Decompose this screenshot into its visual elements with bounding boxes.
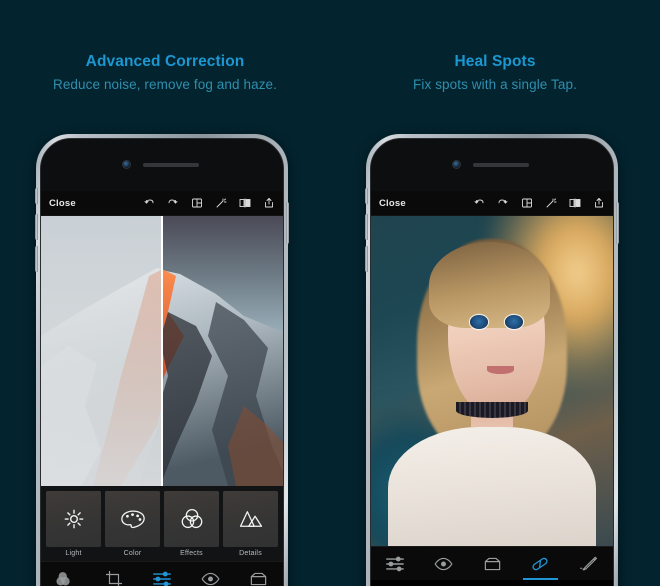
share-icon[interactable] bbox=[593, 197, 605, 209]
compare-icon[interactable] bbox=[569, 197, 581, 209]
silent-switch[interactable] bbox=[35, 188, 38, 204]
tool-card-color[interactable] bbox=[105, 491, 160, 547]
panel-title: Advanced Correction bbox=[85, 53, 245, 70]
app-toolbar: Close bbox=[41, 191, 283, 216]
earpiece-speaker bbox=[143, 163, 199, 167]
tool-card-label-color: Color bbox=[123, 550, 142, 557]
app-screen: Close bbox=[41, 191, 283, 586]
compare-icon[interactable] bbox=[239, 197, 251, 209]
panel-subtitle: Reduce noise, remove fog and haze. bbox=[52, 77, 278, 92]
close-button[interactable]: Close bbox=[49, 198, 76, 209]
nav-item-edit[interactable] bbox=[371, 547, 419, 580]
nav-item-crop[interactable] bbox=[89, 562, 137, 586]
magic-wand-icon[interactable] bbox=[545, 197, 557, 209]
redo-icon[interactable] bbox=[497, 197, 509, 209]
edit-tool-card-row bbox=[41, 486, 283, 547]
nav-item-brush[interactable] bbox=[565, 547, 613, 580]
volume-down-button[interactable] bbox=[35, 246, 38, 272]
toolbar-icon-group bbox=[473, 197, 605, 209]
photo-before-half bbox=[41, 216, 162, 486]
front-camera-icon bbox=[123, 161, 130, 168]
white-top bbox=[387, 427, 597, 546]
earpiece-speaker bbox=[473, 163, 529, 167]
edit-tool-card-labels: Light Color Effects Details bbox=[41, 547, 283, 561]
nav-item-heal[interactable] bbox=[468, 547, 516, 580]
magic-wand-icon[interactable] bbox=[215, 197, 227, 209]
phone-top-bezel bbox=[41, 139, 283, 191]
phone-top-bezel bbox=[371, 139, 613, 191]
nav-item-heal[interactable] bbox=[235, 562, 283, 586]
crop-grid-icon[interactable] bbox=[191, 197, 203, 209]
power-button[interactable] bbox=[286, 202, 289, 244]
app-screen: Close bbox=[371, 191, 613, 586]
nav-item-selective[interactable] bbox=[419, 547, 467, 580]
mouth bbox=[487, 366, 514, 375]
close-button[interactable]: Close bbox=[379, 198, 406, 209]
panel-heading-heal-spots: Heal Spots Fix spots with a single Tap. bbox=[330, 52, 660, 95]
power-button[interactable] bbox=[616, 202, 619, 244]
nav-item-edit[interactable] bbox=[138, 562, 186, 586]
tool-card-effects[interactable] bbox=[164, 491, 219, 547]
phone-bezel: Close bbox=[40, 138, 284, 586]
photo-canvas-portrait[interactable] bbox=[371, 216, 613, 546]
photo-canvas-mountain[interactable] bbox=[41, 216, 283, 486]
front-camera-icon bbox=[453, 161, 460, 168]
undo-icon[interactable] bbox=[473, 197, 485, 209]
volume-up-button[interactable] bbox=[35, 214, 38, 240]
tool-card-label-details: Details bbox=[239, 550, 262, 557]
promo-screenshot: Advanced Correction Reduce noise, remove… bbox=[0, 0, 660, 586]
mountain-photo bbox=[41, 216, 283, 486]
toolbar-icon-group bbox=[143, 197, 275, 209]
panel-subtitle: Fix spots with a single Tap. bbox=[413, 77, 577, 92]
nav-item-looks[interactable] bbox=[41, 562, 89, 586]
crop-grid-icon[interactable] bbox=[521, 197, 533, 209]
tool-card-light[interactable] bbox=[46, 491, 101, 547]
before-after-divider[interactable] bbox=[161, 216, 163, 486]
photo-after-half bbox=[162, 216, 283, 486]
tool-card-details[interactable] bbox=[223, 491, 278, 547]
bottom-nav-bar bbox=[41, 561, 283, 586]
phone-bezel: Close bbox=[370, 138, 614, 586]
phone-body: Close bbox=[35, 134, 289, 586]
silent-switch[interactable] bbox=[365, 188, 368, 204]
phone-mockup-heal-spots: Close bbox=[365, 134, 619, 586]
panel-title: Heal Spots bbox=[454, 53, 536, 70]
undo-icon[interactable] bbox=[143, 197, 155, 209]
phone-mockup-advanced-correction: Close Light Color Effects Details bbox=[35, 134, 289, 586]
panel-heading-advanced-correction: Advanced Correction Reduce noise, remove… bbox=[0, 52, 330, 95]
hair-front bbox=[429, 242, 551, 329]
tool-card-label-effects: Effects bbox=[180, 550, 203, 557]
nav-item-selective[interactable] bbox=[186, 562, 234, 586]
share-icon[interactable] bbox=[263, 197, 275, 209]
volume-down-button[interactable] bbox=[365, 246, 368, 272]
choker-necklace bbox=[455, 402, 529, 418]
nav-item-spot-heal[interactable] bbox=[516, 547, 564, 580]
redo-icon[interactable] bbox=[167, 197, 179, 209]
volume-up-button[interactable] bbox=[365, 214, 368, 240]
girl-portrait-photo bbox=[371, 216, 613, 546]
left-eye bbox=[470, 315, 489, 329]
tool-card-label-light: Light bbox=[65, 550, 82, 557]
phone-body: Close bbox=[365, 134, 619, 586]
bottom-nav-bar bbox=[371, 546, 613, 580]
app-toolbar: Close bbox=[371, 191, 613, 216]
